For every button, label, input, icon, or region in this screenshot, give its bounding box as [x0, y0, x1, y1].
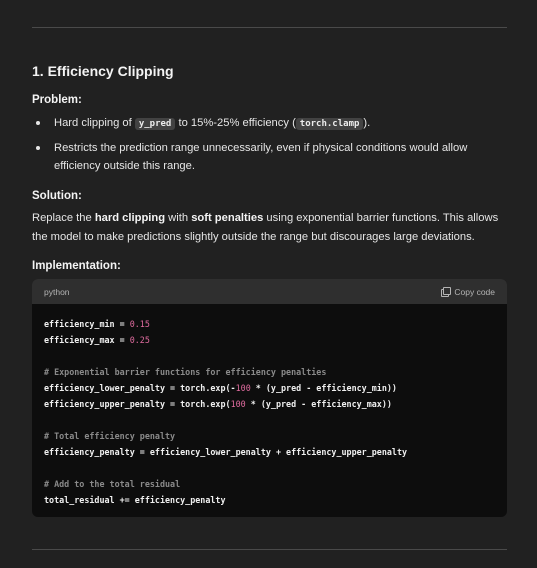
code-comment: # Exponential barrier functions for effi…: [44, 367, 327, 377]
code-line: efficiency_upper_penalty = torch.exp(100…: [44, 396, 495, 412]
code-text: * (y_pred - efficiency_min)): [250, 383, 397, 393]
code-line: efficiency_penalty = efficiency_lower_pe…: [44, 444, 495, 460]
bold-text: hard clipping: [94, 212, 166, 224]
code-block: python Copy code efficiency_min = 0.15 ef…: [32, 279, 507, 517]
code-line: total_residual += efficiency_penalty: [44, 492, 495, 508]
code-number: 100: [235, 383, 251, 393]
code-text: efficiency_min =: [44, 319, 130, 329]
code-line: efficiency_lower_penalty = torch.exp(-10…: [44, 380, 495, 396]
bottom-divider: [32, 549, 507, 550]
text-span: Replace the: [32, 212, 95, 224]
code-number: 100: [230, 399, 246, 409]
bullet-text: ).: [363, 117, 371, 129]
list-item: Restricts the prediction range unnecessa…: [32, 139, 507, 176]
list-item: Hard clipping of y_pred to 15%-25% effic…: [32, 114, 507, 134]
code-line: efficiency_max = 0.25: [44, 332, 495, 348]
copy-code-button[interactable]: Copy code: [441, 287, 495, 297]
code-line: efficiency_min = 0.15: [44, 316, 495, 332]
solution-label: Solution:: [32, 190, 82, 202]
code-text: efficiency_penalty = efficiency_lower_pe…: [44, 447, 408, 457]
bold-text: soft penalties: [191, 212, 264, 224]
copy-code-label: Copy code: [454, 286, 495, 297]
code-text: total_residual += efficiency_penalty: [44, 495, 226, 505]
code-header: python Copy code: [32, 279, 507, 304]
code-body[interactable]: efficiency_min = 0.15 efficiency_max = 0.…: [32, 304, 507, 517]
code-text: efficiency_upper_penalty = torch.exp(: [44, 399, 231, 409]
code-text: * (y_pred - efficiency_max)): [245, 399, 392, 409]
problem-list: Hard clipping of y_pred to 15%-25% effic…: [32, 114, 507, 176]
section-heading: 1. Efficiency Clipping: [32, 63, 174, 79]
code-language: python: [44, 286, 70, 297]
code-comment: # Add to the total residual: [44, 479, 181, 489]
solution-text: Replace the hard clipping with soft pena…: [32, 209, 507, 247]
message-content: 1. Efficiency Clipping Problem: Hard cli…: [32, 63, 507, 517]
inline-code: torch.clamp: [295, 118, 364, 130]
code-text: efficiency_lower_penalty = torch.exp(-: [44, 383, 236, 393]
copy-icon: [441, 287, 452, 297]
code-line: # Exponential barrier functions for effi…: [44, 364, 495, 380]
inline-code: y_pred: [134, 118, 176, 130]
text-span: with: [165, 212, 192, 224]
problem-label: Problem:: [32, 94, 82, 106]
bullet-text: to 15%-25% efficiency (: [175, 117, 296, 129]
implementation-label: Implementation:: [32, 260, 121, 272]
code-text: efficiency_max =: [44, 335, 130, 345]
code-line: # Total efficiency penalty: [44, 428, 495, 444]
code-comment: # Total efficiency penalty: [44, 431, 176, 441]
bullet-text: Hard clipping of: [54, 117, 135, 129]
code-number: 0.25: [129, 335, 150, 345]
code-line: # Add to the total residual: [44, 476, 495, 492]
code-number: 0.15: [129, 319, 150, 329]
top-divider: [32, 27, 507, 28]
